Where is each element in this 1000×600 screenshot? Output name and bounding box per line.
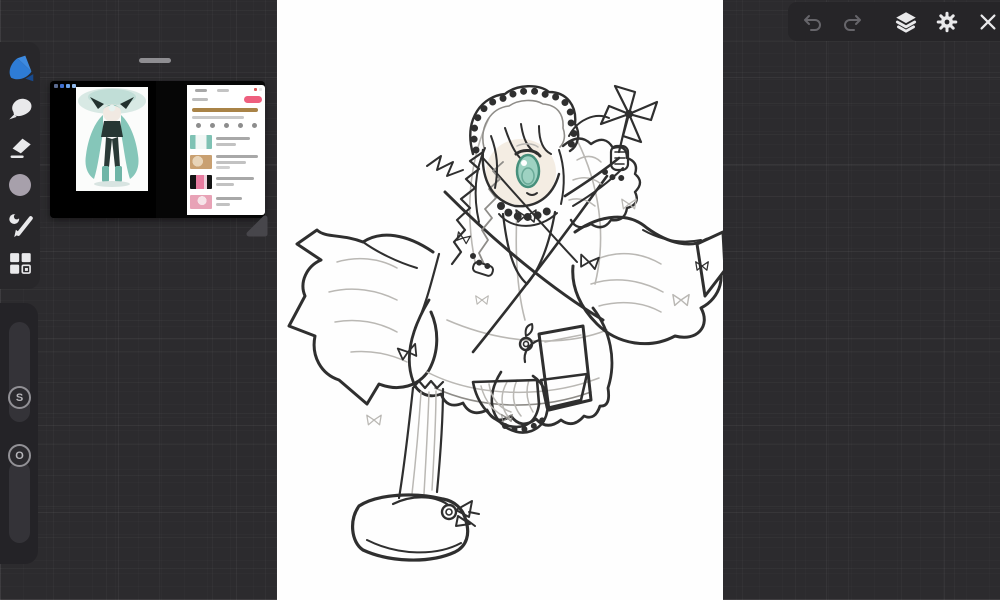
- workspace-grid-button[interactable]: [2, 246, 38, 280]
- gear-icon: [936, 11, 958, 32]
- undo-button[interactable]: [794, 5, 831, 39]
- settings-button[interactable]: [928, 5, 965, 39]
- reference-image-webpage[interactable]: [187, 85, 265, 215]
- top-toolbar: [788, 2, 1000, 41]
- app-logo-button[interactable]: [2, 51, 38, 85]
- platform-shoe: [351, 493, 480, 562]
- list-thumbnail-food: [190, 155, 212, 169]
- tool-sidebar: [0, 42, 40, 289]
- panel-drag-handle[interactable]: [139, 58, 171, 63]
- miku-artwork: [78, 88, 146, 187]
- size-slider-knob[interactable]: S: [8, 386, 31, 409]
- close-x-icon: [980, 13, 996, 30]
- eraser-icon: [10, 138, 31, 158]
- opacity-slider-label: O: [15, 449, 24, 462]
- drawing-canvas[interactable]: [277, 0, 723, 600]
- follow-button[interactable]: [244, 96, 262, 103]
- color-swatch-button[interactable]: [2, 168, 38, 202]
- eraser-tool-button[interactable]: [2, 129, 38, 163]
- paint-tools-button[interactable]: [2, 207, 38, 241]
- smudge-tool-button[interactable]: [2, 90, 38, 124]
- grid-squares-icon: [10, 253, 31, 274]
- layers-icon: [895, 11, 916, 33]
- app-window: S O: [0, 0, 1000, 600]
- redo-button[interactable]: [835, 5, 872, 39]
- color-swatch-circle: [9, 174, 31, 196]
- size-slider-label: S: [15, 391, 24, 404]
- smudge-blob-icon: [9, 98, 32, 120]
- back-boot: [471, 372, 589, 429]
- opacity-slider-track[interactable]: [9, 461, 30, 543]
- statusbar-dots: [54, 84, 76, 88]
- close-button[interactable]: [969, 5, 1000, 39]
- reference-panel[interactable]: [50, 81, 265, 218]
- panel-resize-handle[interactable]: [243, 212, 271, 240]
- list-thumbnail-pink-face: [190, 195, 212, 209]
- pinwheel: [599, 84, 659, 172]
- redo-arrow-icon: [844, 14, 862, 31]
- artwork-card: [76, 87, 148, 191]
- undo-arrow-icon: [804, 14, 822, 31]
- brush-and-circle-icon: [9, 213, 33, 238]
- page-corner-dots: [254, 88, 262, 91]
- reference-image-artwork[interactable]: [50, 81, 156, 218]
- canvas-artwork: [287, 84, 723, 562]
- list-thumbnail-miku: [190, 135, 212, 149]
- list-thumbnail-dark-pink: [190, 175, 212, 189]
- infinite-painter-logo: [9, 55, 34, 82]
- layers-button[interactable]: [887, 5, 924, 39]
- opacity-slider-knob[interactable]: O: [8, 444, 31, 467]
- character-eye: [515, 153, 541, 189]
- brush-slider-rail: S O: [0, 303, 38, 564]
